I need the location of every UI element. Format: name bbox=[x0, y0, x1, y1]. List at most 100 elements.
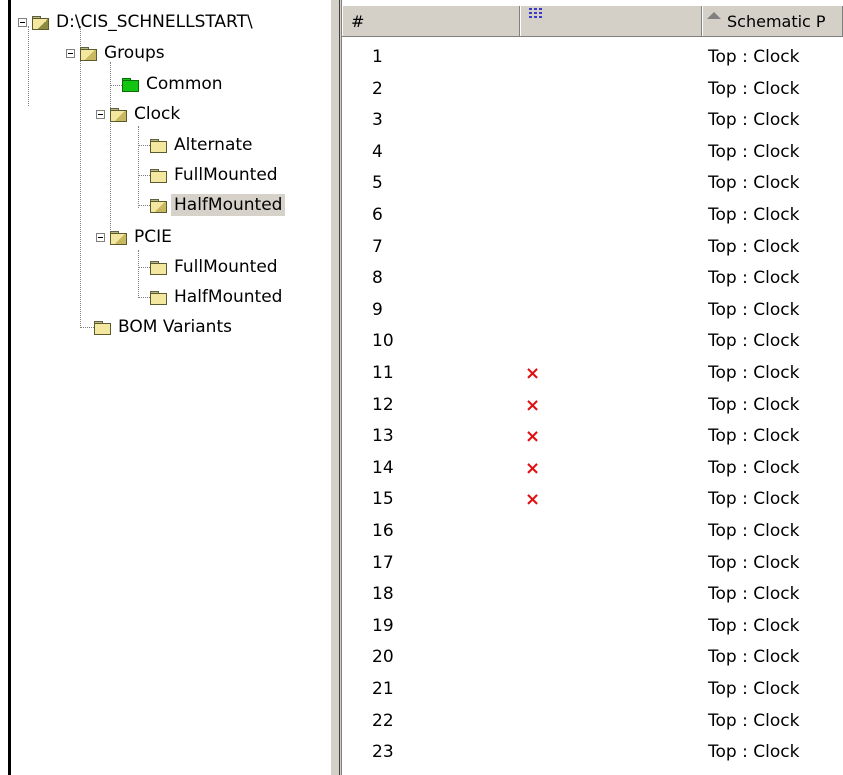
table-row[interactable]: 21 Top : Clock bbox=[342, 674, 843, 706]
parts-grid[interactable]: # Schematic P 1 Top : Clock 2 Top : Clock 3 T… bbox=[342, 0, 843, 775]
column-header-schematic[interactable]: Schematic P bbox=[702, 6, 843, 36]
table-row[interactable]: 9 Top : Clock bbox=[342, 295, 843, 327]
tree-node-clock[interactable]: Clock bbox=[96, 102, 183, 126]
tree-connector bbox=[80, 327, 94, 328]
tree-node-bom-variants[interactable]: BOM Variants bbox=[94, 315, 235, 339]
table-row[interactable]: 18 Top : Clock bbox=[342, 579, 843, 611]
row-number-cell: 6 bbox=[372, 205, 383, 225]
cross-mark-icon: × bbox=[525, 426, 541, 448]
tree-connector bbox=[110, 62, 111, 240]
tree-node-clock-alternate[interactable]: Alternate bbox=[150, 133, 255, 157]
collapse-icon[interactable] bbox=[96, 109, 105, 119]
table-row[interactable]: 1 Top : Clock bbox=[342, 42, 843, 74]
tree-node-groups[interactable]: Groups bbox=[66, 41, 168, 65]
folder-icon bbox=[94, 320, 111, 335]
collapse-icon[interactable] bbox=[66, 48, 75, 58]
schematic-cell: Top : Clock bbox=[708, 489, 800, 510]
tree-node-label: D:\CIS_SCHNELLSTART\ bbox=[56, 12, 253, 32]
tree-connector bbox=[138, 126, 139, 208]
schematic-cell: Top : Clock bbox=[708, 742, 800, 763]
column-header-number[interactable]: # bbox=[342, 6, 520, 36]
splitter-shadow bbox=[339, 0, 340, 775]
grid-header: # Schematic P bbox=[342, 6, 843, 37]
table-row[interactable]: 12 × Top : Clock bbox=[342, 390, 843, 422]
tree-connector bbox=[138, 267, 150, 268]
tree-node-label: PCIE bbox=[134, 227, 172, 247]
tree-node-label: Alternate bbox=[174, 135, 253, 155]
table-row[interactable]: 3 Top : Clock bbox=[342, 105, 843, 137]
table-row[interactable]: 5 Top : Clock bbox=[342, 168, 843, 200]
column-header-variant[interactable] bbox=[520, 6, 702, 36]
table-row[interactable]: 14 × Top : Clock bbox=[342, 453, 843, 485]
cross-mark-icon: × bbox=[525, 457, 541, 479]
table-row[interactable]: 22 Top : Clock bbox=[342, 706, 843, 738]
open-folder-icon bbox=[110, 107, 127, 122]
application-window: D:\CIS_SCHNELLSTART\ Groups Common Clock… bbox=[0, 0, 843, 775]
table-row[interactable]: 15 × Top : Clock bbox=[342, 484, 843, 516]
tree-connector bbox=[138, 205, 150, 206]
drive-folder-icon bbox=[32, 15, 49, 30]
table-row[interactable]: 17 Top : Clock bbox=[342, 548, 843, 580]
table-row[interactable]: 19 Top : Clock bbox=[342, 611, 843, 643]
tree-connector bbox=[138, 297, 150, 298]
table-row[interactable]: 8 Top : Clock bbox=[342, 263, 843, 295]
row-number-cell: 10 bbox=[372, 331, 394, 352]
tree-connector bbox=[138, 250, 139, 298]
schematic-cell: Top : Clock bbox=[708, 110, 800, 131]
column-header-label: # bbox=[351, 11, 365, 31]
schematic-cell: Top : Clock bbox=[708, 615, 800, 636]
schematic-cell: Top : Clock bbox=[708, 141, 800, 162]
row-number-cell: 12 bbox=[372, 394, 394, 415]
tree-node-label: Common bbox=[146, 74, 223, 94]
row-number-cell: 18 bbox=[372, 584, 394, 605]
schematic-cell: Top : Clock bbox=[708, 710, 800, 731]
window-left-border bbox=[8, 0, 11, 775]
tree-node-pcie-halfmounted[interactable]: HalfMounted bbox=[150, 285, 285, 309]
table-row[interactable]: 13 × Top : Clock bbox=[342, 421, 843, 453]
tree-connector bbox=[138, 175, 150, 176]
schematic-cell: Top : Clock bbox=[708, 426, 800, 447]
collapse-icon[interactable] bbox=[96, 232, 105, 242]
table-row[interactable]: 16 Top : Clock bbox=[342, 516, 843, 548]
collapse-icon[interactable] bbox=[18, 17, 27, 27]
tree-connector bbox=[80, 26, 81, 326]
row-number-cell: 21 bbox=[372, 679, 394, 699]
table-row[interactable]: 4 Top : Clock bbox=[342, 137, 843, 169]
pane-splitter[interactable] bbox=[330, 0, 342, 775]
row-number-cell: 20 bbox=[372, 647, 394, 668]
tree-node-pcie[interactable]: PCIE bbox=[96, 225, 175, 249]
table-row[interactable]: 6 Top : Clock bbox=[342, 200, 843, 232]
tree-node-pcie-fullmounted[interactable]: FullMounted bbox=[150, 255, 281, 279]
open-folder-icon bbox=[80, 46, 97, 61]
tree-node-label: Groups bbox=[104, 43, 165, 63]
table-row[interactable]: 11 × Top : Clock bbox=[342, 358, 843, 390]
schematic-cell: Top : Clock bbox=[708, 521, 800, 541]
folder-icon bbox=[150, 168, 167, 183]
table-row[interactable]: 20 Top : Clock bbox=[342, 642, 843, 674]
row-number-cell: 17 bbox=[372, 552, 394, 573]
schematic-cell: Top : Clock bbox=[708, 331, 800, 352]
schematic-cell: Top : Clock bbox=[708, 78, 800, 99]
schematic-cell: Top : Clock bbox=[708, 173, 800, 194]
schematic-cell: Top : Clock bbox=[708, 363, 800, 383]
schematic-cell: Top : Clock bbox=[708, 679, 800, 699]
row-number-cell: 3 bbox=[372, 110, 383, 131]
table-row[interactable]: 2 Top : Clock bbox=[342, 74, 843, 106]
table-row[interactable]: 23 Top : Clock bbox=[342, 737, 843, 769]
tree-pane[interactable]: D:\CIS_SCHNELLSTART\ Groups Common Clock… bbox=[18, 0, 330, 775]
schematic-cell: Top : Clock bbox=[708, 47, 800, 67]
row-number-cell: 15 bbox=[372, 489, 394, 510]
row-number-cell: 5 bbox=[372, 173, 383, 194]
variant-column-icon bbox=[529, 8, 545, 22]
row-number-cell: 2 bbox=[372, 78, 383, 99]
tree-node-common[interactable]: Common bbox=[122, 72, 226, 96]
tree-node-clock-halfmounted[interactable]: HalfMounted bbox=[150, 193, 286, 217]
row-number-cell: 8 bbox=[372, 268, 383, 289]
tree-connector bbox=[28, 26, 29, 106]
tree-node-clock-fullmounted[interactable]: FullMounted bbox=[150, 163, 281, 187]
table-row[interactable]: 10 Top : Clock bbox=[342, 326, 843, 358]
tree-node-root[interactable]: D:\CIS_SCHNELLSTART\ bbox=[18, 10, 256, 34]
row-number-cell: 16 bbox=[372, 521, 394, 541]
folder-icon bbox=[122, 77, 139, 92]
table-row[interactable]: 7 Top : Clock bbox=[342, 232, 843, 264]
